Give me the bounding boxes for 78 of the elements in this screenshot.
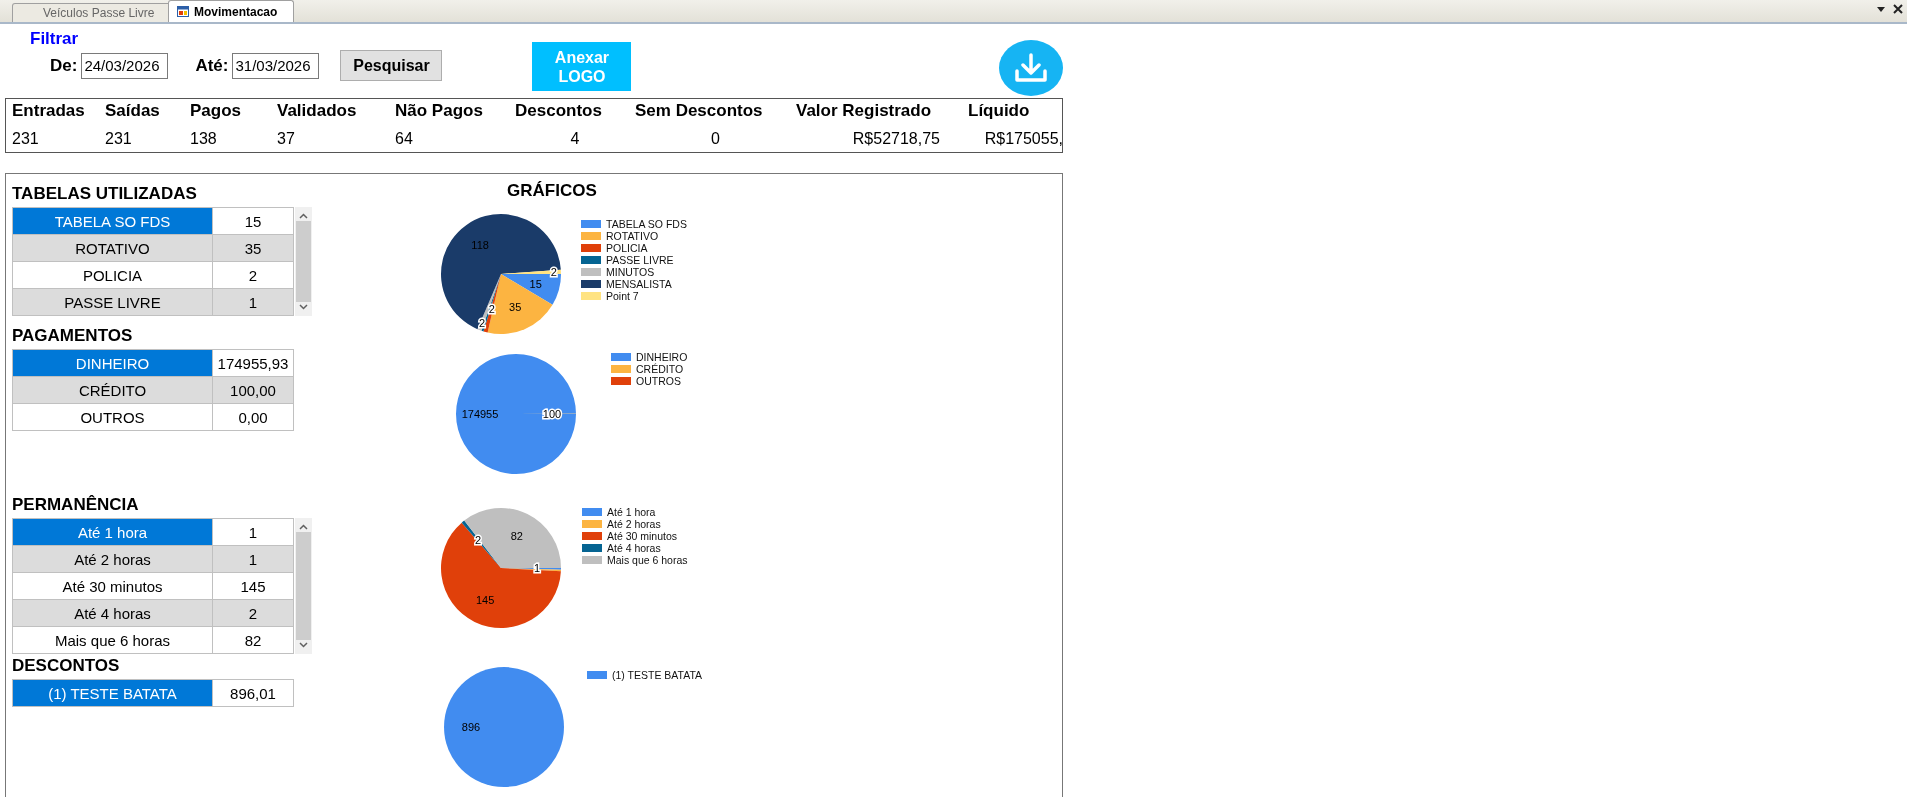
legend-label: Até 2 horas [607,518,661,530]
table-cell[interactable]: Até 1 hora [13,519,213,545]
table-cell: 1 [213,546,293,572]
legend-label: CRÉDITO [636,363,684,375]
table-cell: 1 [213,289,293,315]
column-header: Saídas [105,100,161,122]
scrollbar-thumb[interactable] [296,532,311,640]
data-label: 1 [533,562,541,575]
legend-label: (1) TESTE BATATA [612,669,703,681]
table-cell[interactable]: CRÉDITO [13,377,213,403]
data-label: 118 [471,238,489,251]
table-cell[interactable]: DINHEIRO [13,350,213,376]
section-title: PAGAMENTOS [12,326,134,346]
caret-icon[interactable] [1877,6,1885,12]
legend-label: MENSALISTA [606,278,672,290]
data-label: 15 [529,277,542,290]
data-label: 82 [510,529,523,542]
legend-label: MINUTOS [606,266,655,278]
close-icon[interactable] [1893,4,1903,14]
table-cell: 138 [190,130,217,147]
column-header: Líquido [968,100,1031,122]
legend-label: Até 30 minutos [607,530,678,542]
section-title: DESCONTOS [12,656,121,676]
column-header: Valor Registrado [796,100,933,122]
table-cell[interactable]: TABELA SO FDS [13,208,213,234]
table-cell[interactable]: (1) TESTE BATATA [13,680,213,706]
column-header: Validados [277,100,358,122]
to-date-field[interactable]: 31/03/2026 [232,52,320,79]
table-cell[interactable]: Até 4 horas [13,600,213,626]
column-header: Não Pagos [395,100,484,122]
section-title: TABELAS UTILIZADAS [12,184,198,204]
data-label: 145 [476,594,495,607]
legend-label: ROTATIVO [606,230,659,242]
from-date-field[interactable]: 24/03/2026 [81,52,169,79]
column-header: Descontos [515,100,603,122]
legend-label: Até 4 horas [607,542,661,554]
scrollbar[interactable] [295,207,312,316]
download-icon [1014,53,1048,83]
table-cell: 231 [12,130,39,147]
to-label: Até: [195,55,229,76]
charts-title: GRÁFICOS [507,181,597,200]
table-cell: R$52718,75 [852,130,940,147]
data-label: 2 [475,534,482,547]
legend-label: Mais que 6 horas [607,554,688,566]
data-label: 896 [461,721,481,733]
data-label: 35 [509,301,522,314]
scrollbar-thumb[interactable] [296,221,311,302]
legend-label: Point 7 [606,290,639,302]
window-icon [177,6,189,17]
table-cell: 231 [105,130,132,147]
section-title: PERMANÊNCIA [12,495,140,515]
table-cell: 64 [395,130,413,147]
table-cell[interactable]: PASSE LIVRE [13,289,213,315]
data-label: 174955 [461,408,499,421]
search-button[interactable]: Pesquisar [340,50,443,81]
column-header: Entradas [12,100,86,122]
table-cell: R$175055, [984,130,1062,147]
column-header: Pagos [190,100,243,122]
legend-label: Até 1 hora [607,506,656,518]
legend-label: POLICIA [606,242,648,254]
table-cell: 0 [711,130,720,147]
data-label: 100 [542,407,562,420]
filter-title: Filtrar [30,30,80,48]
from-label: De: [50,55,78,76]
tab[interactable]: Movimentacao [168,0,294,22]
table-cell[interactable]: Até 2 horas [13,546,213,572]
legend-label: TABELA SO FDS [606,218,687,230]
legend-label: DINHEIRO [636,351,688,363]
legend-label: OUTROS [636,375,681,387]
column-header: Sem Descontos [635,100,764,122]
table-cell[interactable]: ROTATIVO [13,235,213,261]
table-cell: 100,00 [213,377,293,403]
scrollbar[interactable] [295,518,312,654]
table-cell: 2 [213,600,293,626]
legend-label: PASSE LIVRE [606,254,674,266]
table-cell: 35 [213,235,293,261]
table-cell: 4 [570,130,580,147]
table-cell: 37 [277,130,295,147]
